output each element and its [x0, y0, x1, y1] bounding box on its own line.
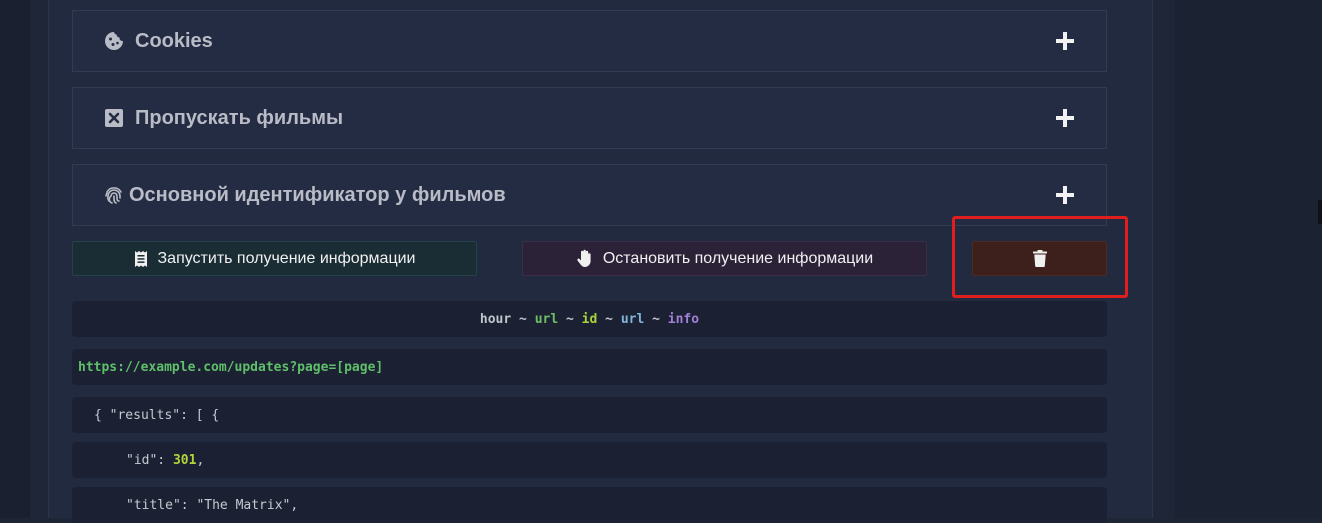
start-fetch-label: Запустить получение информации — [157, 249, 416, 267]
format-token: url — [534, 311, 559, 327]
accordion-label: Cookies — [135, 29, 213, 52]
format-separator: ~ — [558, 311, 582, 327]
format-line: hour ~ url ~ id ~ url ~ info — [72, 301, 1107, 337]
plus-icon[interactable] — [1056, 186, 1074, 204]
cookie-icon — [103, 30, 125, 52]
edge-mark — [1318, 200, 1322, 224]
json-line: { "results": [ { — [72, 397, 1107, 433]
stop-fetch-label: Остановить получение информации — [602, 249, 874, 267]
trash-icon — [1032, 250, 1047, 267]
json-number: 301 — [172, 452, 197, 468]
format-token: url — [620, 311, 645, 327]
right-gutter — [1175, 0, 1322, 518]
fingerprint-icon — [103, 184, 125, 206]
format-token: id — [581, 311, 598, 327]
url-text: https://example.com/updates?page=[page] — [78, 359, 384, 375]
close-square-icon — [103, 107, 125, 129]
plus-icon[interactable] — [1056, 32, 1074, 50]
accordion-label: Пропускать фильмы — [135, 106, 344, 129]
json-punct: , — [196, 452, 205, 468]
format-token: hour — [479, 311, 512, 327]
accordion-label: Основной идентификатор у фильмов — [129, 183, 506, 206]
hand-icon — [576, 249, 593, 268]
format-token: info — [667, 311, 700, 327]
url-line: https://example.com/updates?page=[page] — [72, 349, 1107, 385]
start-fetch-button[interactable]: Запустить получение информации — [72, 241, 477, 276]
format-separator: ~ — [511, 311, 535, 327]
json-line: "id": 301, — [72, 442, 1107, 478]
format-separator: ~ — [644, 311, 668, 327]
plus-icon[interactable] — [1056, 109, 1074, 127]
json-text: "title": "The Matrix", — [126, 497, 299, 513]
delete-button[interactable] — [972, 241, 1107, 276]
accordion-skip-films[interactable]: Пропускать фильмы — [72, 87, 1107, 149]
accordion-cookies[interactable]: Cookies — [72, 10, 1107, 72]
accordion-main-identifier[interactable]: Основной идентификатор у фильмов — [72, 164, 1107, 226]
format-separator: ~ — [597, 311, 621, 327]
json-key: "id": — [126, 452, 173, 468]
json-text: { "results": [ { — [94, 407, 220, 423]
receipt-icon — [134, 250, 148, 268]
left-gutter — [0, 0, 30, 518]
stop-fetch-button[interactable]: Остановить получение информации — [522, 241, 927, 276]
